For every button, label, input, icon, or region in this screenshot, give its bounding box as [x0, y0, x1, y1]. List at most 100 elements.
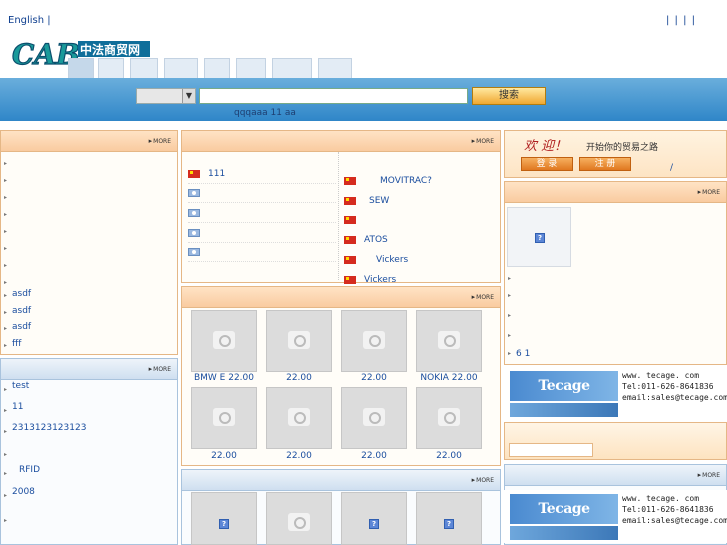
ad-partner-logos	[510, 526, 618, 540]
broken-image-icon: ?	[369, 519, 379, 529]
category-select[interactable]: ▼	[136, 88, 196, 104]
category-item[interactable]: asdf	[12, 289, 31, 299]
panel-header: MORE	[182, 470, 500, 491]
more-link[interactable]: MORE	[149, 137, 171, 145]
nav-tab-2[interactable]	[98, 58, 124, 79]
nav-tab-6[interactable]	[236, 58, 266, 79]
trade-lead-item[interactable]: SEW	[369, 196, 389, 206]
category-item[interactable]: fff	[12, 339, 21, 349]
category-item[interactable]: asdf	[12, 322, 31, 332]
product-caption[interactable]: BMW E 22.00	[181, 373, 267, 383]
trade-lead-item[interactable]: Vickers	[376, 255, 408, 265]
ad-web: www. tecage. com	[622, 371, 700, 380]
news-item[interactable]: 2008	[12, 487, 35, 497]
bullet-icon: ▸	[508, 312, 512, 319]
product-caption[interactable]: 22.00	[331, 373, 417, 383]
row-divider	[188, 242, 336, 243]
more-link[interactable]: MORE	[698, 471, 720, 479]
nav-tab-4[interactable]	[164, 58, 198, 79]
more-link[interactable]: MORE	[472, 137, 494, 145]
search-input[interactable]	[199, 88, 468, 104]
product-caption[interactable]: 22.00	[331, 451, 417, 461]
company-image[interactable]: ?	[416, 492, 482, 545]
bullet-icon: ▸	[4, 428, 8, 435]
company-image[interactable]	[266, 492, 332, 545]
product-caption[interactable]: 22.00	[406, 451, 492, 461]
panel-header: MORE	[182, 131, 500, 152]
more-link[interactable]: MORE	[698, 188, 720, 196]
nav-tab-5[interactable]	[204, 58, 230, 79]
login-button[interactable]: 登 录	[521, 157, 573, 171]
trade-lead-item[interactable]: 111	[208, 169, 225, 179]
ad-web: www. tecage. com	[622, 494, 700, 503]
product-caption[interactable]: 22.00	[256, 373, 342, 383]
trade-lead-item[interactable]: MOVITRAC?	[380, 176, 432, 186]
un-flag-icon	[188, 209, 200, 217]
un-flag-icon	[188, 189, 200, 197]
nav-tab-8[interactable]	[318, 58, 352, 79]
product-caption[interactable]: 22.00	[256, 451, 342, 461]
bullet-icon: ▸	[4, 279, 8, 286]
search-button[interactable]: 搜索	[472, 87, 546, 105]
camera-icon	[363, 331, 385, 349]
product-image[interactable]	[266, 310, 332, 372]
nav-tab-7[interactable]	[272, 58, 312, 79]
panel-header: MORE	[505, 182, 726, 203]
bullet-icon: ▸	[4, 228, 8, 235]
bullet-icon: ▸	[508, 350, 512, 357]
row-divider	[188, 261, 336, 262]
hot-words[interactable]: qqqaaa 11 aa	[234, 108, 296, 118]
logo-chinese: 中法商贸网	[80, 42, 140, 57]
panel-header: MORE	[1, 359, 177, 380]
product-image[interactable]	[341, 310, 407, 372]
nav-tab-1[interactable]	[68, 58, 94, 79]
more-link[interactable]: MORE	[472, 476, 494, 484]
right-box-input[interactable]	[509, 443, 593, 457]
language-link[interactable]: English |	[8, 15, 51, 26]
more-link[interactable]: MORE	[472, 293, 494, 301]
product-image[interactable]	[191, 387, 257, 449]
product-image[interactable]	[416, 387, 482, 449]
news-item[interactable]: 11	[12, 402, 23, 412]
column-divider	[338, 152, 340, 280]
row-divider	[188, 222, 336, 223]
bullet-icon: ▸	[4, 407, 8, 414]
product-image[interactable]	[191, 310, 257, 372]
china-flag-icon	[344, 216, 356, 224]
trade-lead-item[interactable]: Vickers	[364, 275, 396, 285]
trade-lead-item[interactable]: ATOS	[364, 235, 388, 245]
news-item[interactable]: 2313123123123	[12, 423, 86, 433]
camera-icon	[438, 331, 460, 349]
chevron-down-icon: ▼	[182, 89, 195, 103]
nav-tab-3[interactable]	[130, 58, 158, 79]
tecage-ad-banner[interactable]: Tecage Corporation www. tecage. com Tel:…	[504, 367, 727, 420]
tecage-ad-banner-2[interactable]: Tecage Corporation www. tecage. com Tel:…	[504, 490, 727, 543]
company-image[interactable]: ?	[191, 492, 257, 545]
product-image[interactable]	[416, 310, 482, 372]
more-link[interactable]: MORE	[149, 365, 171, 373]
welcome-slash: /	[670, 163, 674, 173]
news-item[interactable]: test	[12, 381, 29, 391]
register-button[interactable]: 注 册	[579, 157, 631, 171]
member-item[interactable]: 6 1	[516, 349, 530, 359]
product-caption[interactable]: 22.00	[181, 451, 267, 461]
bullet-icon: ▸	[4, 309, 8, 316]
news-item[interactable]: RFID	[19, 465, 40, 475]
bullet-icon: ▸	[4, 325, 8, 332]
broken-image-icon: ?	[535, 233, 545, 243]
product-image[interactable]	[266, 387, 332, 449]
product-caption[interactable]: NOKIA 22.00	[406, 373, 492, 383]
bullet-icon: ▸	[508, 275, 512, 282]
camera-icon	[288, 513, 310, 531]
bullet-icon: ▸	[4, 492, 8, 499]
bullet-icon: ▸	[4, 517, 8, 524]
product-image[interactable]	[341, 387, 407, 449]
company-image[interactable]: ?	[341, 492, 407, 545]
china-flag-icon	[188, 170, 200, 178]
broken-image-icon: ?	[219, 519, 229, 529]
camera-icon	[363, 408, 385, 426]
bullet-icon: ▸	[508, 292, 512, 299]
member-image[interactable]: ?	[507, 207, 571, 267]
category-item[interactable]: asdf	[12, 306, 31, 316]
bullet-icon: ▸	[4, 451, 8, 458]
